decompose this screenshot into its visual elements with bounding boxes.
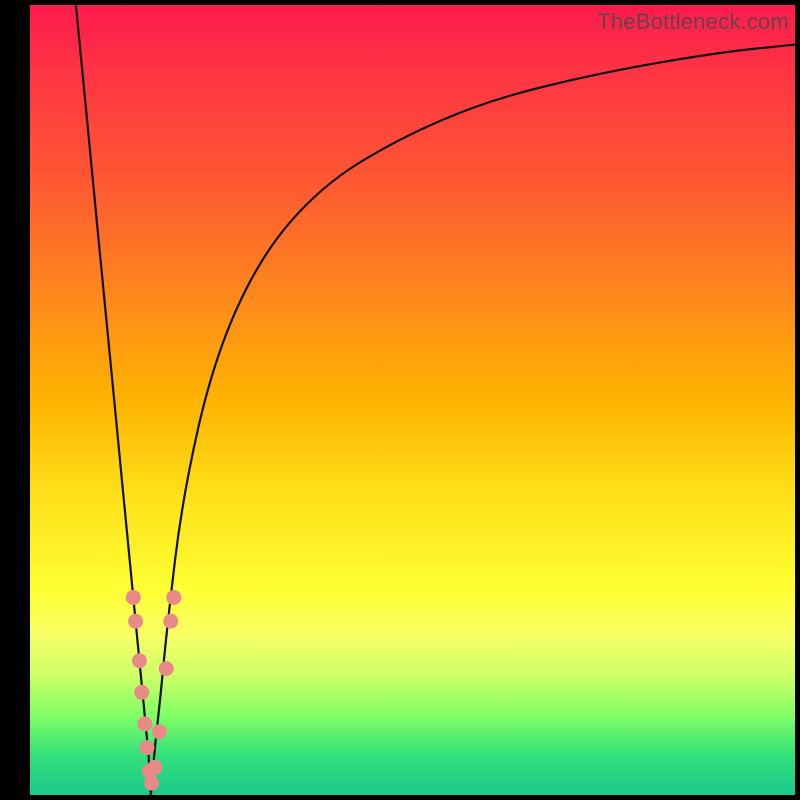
data-point-p2 — [128, 614, 143, 629]
data-point-p6 — [140, 740, 155, 755]
data-point-p10 — [152, 724, 167, 739]
plot-area: TheBottleneck.com — [30, 5, 795, 795]
data-point-p1 — [126, 590, 141, 605]
data-point-p9 — [147, 760, 162, 775]
data-point-p12 — [163, 614, 178, 629]
chart-frame: TheBottleneck.com — [0, 0, 800, 800]
data-point-p11 — [159, 661, 174, 676]
data-point-p4 — [134, 685, 149, 700]
curve-left-branch — [76, 5, 151, 795]
data-point-p13 — [166, 590, 181, 605]
curve-right-branch — [151, 45, 795, 796]
data-point-p3 — [132, 653, 147, 668]
data-points — [126, 590, 182, 791]
data-point-p8 — [144, 776, 159, 791]
chart-svg — [30, 5, 795, 795]
data-point-p5 — [137, 716, 152, 731]
